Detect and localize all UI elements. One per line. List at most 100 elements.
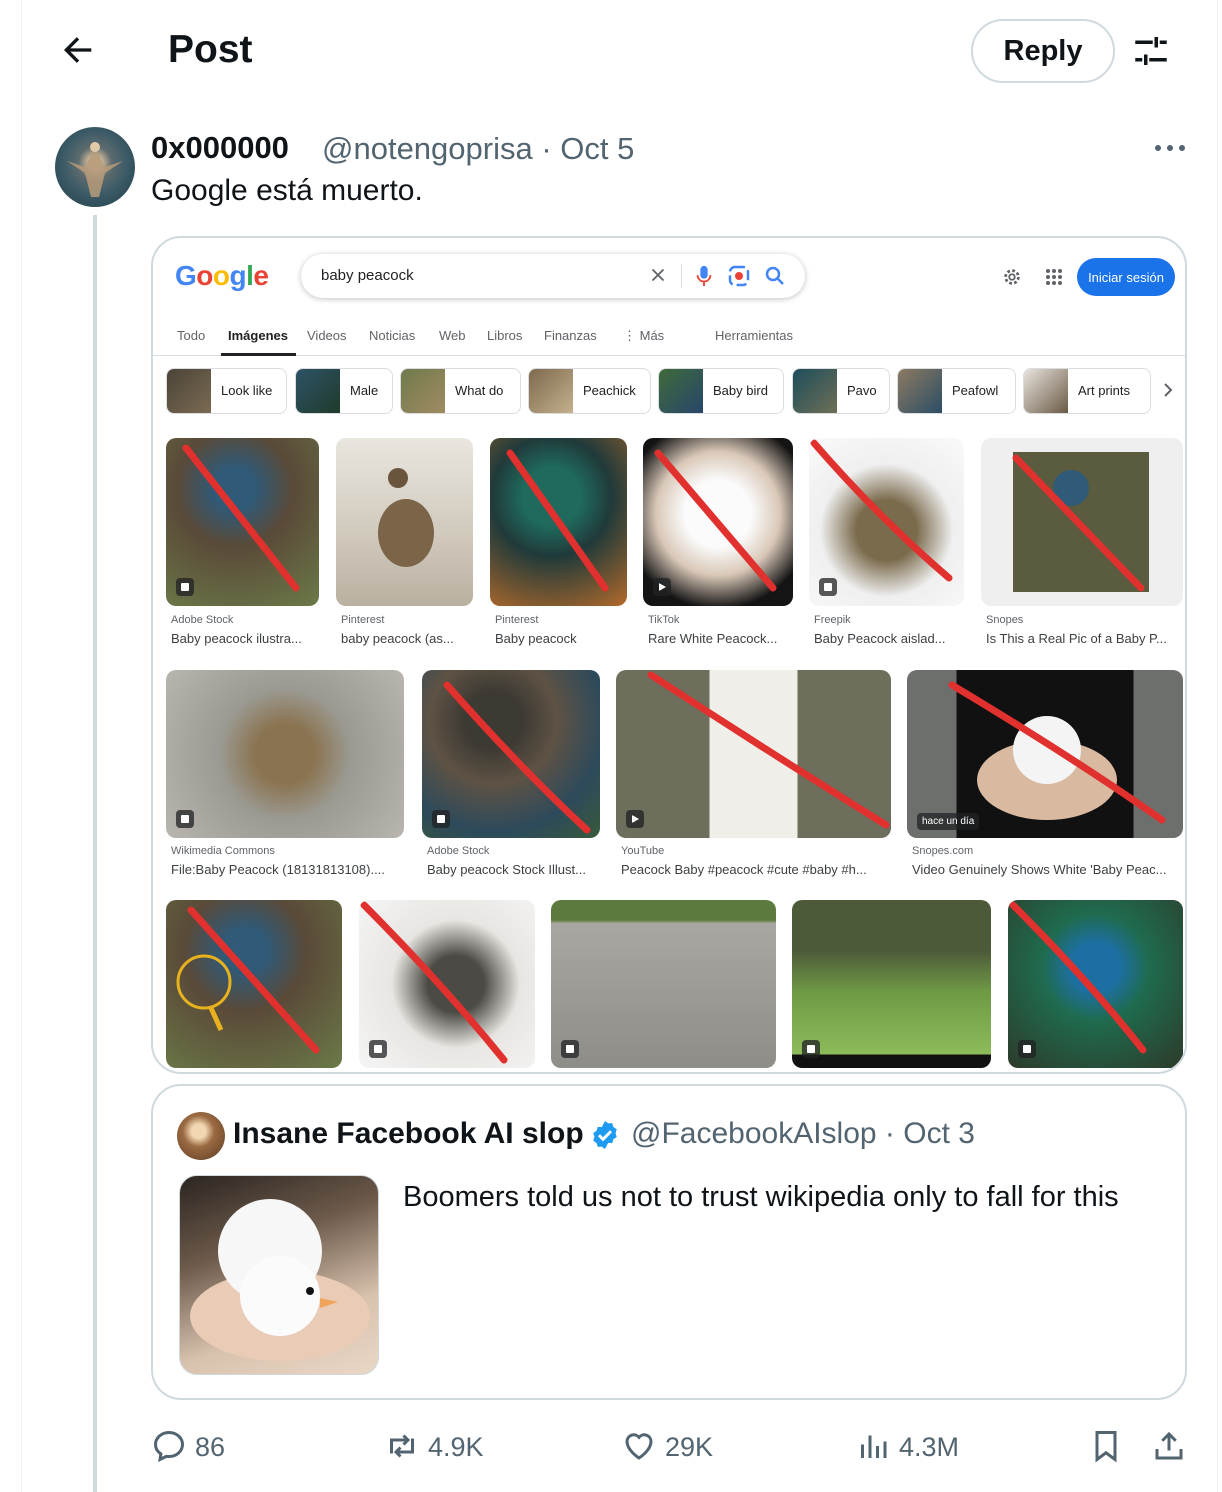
search-divider (681, 264, 682, 288)
mic-icon (696, 265, 712, 287)
result-image (1008, 900, 1183, 1068)
settings-sliders-icon[interactable] (1130, 30, 1172, 72)
chip: Look like (166, 368, 287, 414)
result-title: Rare White Peacock... (648, 631, 778, 646)
result-source: Pinterest (495, 614, 539, 626)
google-tabs: Todo Imágenes Videos Noticias Web Libros… (153, 324, 1185, 356)
result-image (809, 438, 964, 606)
repost-count: 4.9K (428, 1432, 484, 1462)
google-chips: Look like Male What do Peachick Baby bir… (166, 368, 1176, 414)
result-title: baby peacock (as... (341, 631, 454, 646)
result-source: Snopes (986, 614, 1024, 626)
result-image (490, 438, 627, 606)
result-title: Is This a Real Pic of a Baby P... (986, 631, 1167, 646)
quoted-author-name[interactable]: Insane Facebook AI slop (233, 1117, 584, 1151)
google-tab: ⋮ Más (623, 328, 665, 343)
result-image (981, 438, 1183, 606)
chip: Male (295, 368, 393, 414)
author-name[interactable]: 0x000000 (151, 130, 289, 166)
result-source: TikTok (648, 614, 680, 626)
chevron-right-icon (1164, 383, 1173, 397)
result-image (336, 438, 473, 606)
gear-icon (1004, 269, 1020, 285)
share-action[interactable] (1151, 1428, 1187, 1464)
result-image (422, 670, 600, 838)
repost-icon (390, 1434, 414, 1458)
time-tag: hace un día (917, 813, 980, 830)
right-border (1217, 0, 1218, 1492)
result-image (643, 438, 793, 606)
result-source: Pinterest (341, 614, 385, 626)
reply-button[interactable]: Reply (971, 19, 1115, 83)
result-title: Peacock Baby #peacock #cute #baby #h... (621, 862, 867, 877)
result-title: Baby peacock (495, 631, 577, 646)
page-title: Post (168, 28, 253, 71)
like-icon (625, 1433, 653, 1460)
active-tab-underline (221, 353, 296, 356)
result-source: Adobe Stock (171, 614, 234, 626)
left-border (21, 0, 22, 1492)
result-title: Baby peacock Stock Illust... (427, 862, 586, 877)
google-tab-active: Imágenes (228, 328, 288, 343)
author-handle-date[interactable]: @notengoprisa · Oct 5 (322, 131, 634, 167)
result-image (166, 900, 342, 1068)
result-image (359, 900, 535, 1068)
tweet-actions: 86 4.9K 29K 4.3M (151, 1420, 1187, 1470)
google-tab: Finanzas (544, 328, 597, 343)
chip: Pavo (792, 368, 890, 414)
chip: What do (400, 368, 521, 414)
views-icon (861, 1435, 887, 1458)
reply-icon (153, 1430, 185, 1463)
result-title: Baby peacock ilustra... (171, 631, 302, 646)
result-source: Freepik (814, 614, 851, 626)
google-search-query: baby peacock (321, 267, 414, 284)
result-source: Wikimedia Commons (171, 845, 275, 857)
google-tab: Noticias (369, 328, 416, 343)
like-count: 29K (665, 1432, 714, 1462)
google-logo: Google (175, 260, 269, 291)
quoted-avatar[interactable] (177, 1112, 225, 1160)
google-tab: Herramientas (715, 328, 794, 343)
google-search-box: baby peacock (301, 254, 805, 298)
result-image (166, 670, 404, 838)
thread-line (93, 215, 97, 1492)
share-icon (1155, 1431, 1183, 1460)
result-title: Video Genuinely Shows White 'Baby Peac..… (912, 862, 1167, 877)
clear-icon (651, 268, 665, 282)
avatar[interactable] (55, 127, 135, 207)
result-title: File:Baby Peacock (18131813108).... (171, 862, 385, 877)
quoted-handle-date[interactable]: @FacebookAIslop · Oct 3 (631, 1117, 975, 1151)
lens-icon (728, 265, 750, 287)
chip: Baby bird (658, 368, 784, 414)
chip: Peafowl (897, 368, 1016, 414)
chip: Art prints (1023, 368, 1151, 414)
bookmark-action[interactable] (1088, 1428, 1124, 1464)
result-title: Baby Peacock aislad... (814, 631, 946, 646)
result-image: hace un día (907, 670, 1183, 838)
result-image (166, 438, 319, 606)
google-tab: Web (439, 328, 466, 343)
result-source: Adobe Stock (427, 845, 490, 857)
chip: Peachick (528, 368, 651, 414)
result-image (792, 900, 991, 1068)
result-source: YouTube (621, 845, 665, 857)
google-tab: Videos (307, 328, 347, 343)
views-count: 4.3M (899, 1432, 960, 1462)
back-arrow-icon[interactable] (58, 30, 98, 70)
google-signin-button: Iniciar sesión (1077, 258, 1175, 296)
quoted-image[interactable] (179, 1175, 379, 1375)
google-tab: Libros (487, 328, 523, 343)
apps-grid-icon (1046, 269, 1062, 285)
verified-icon (593, 1121, 617, 1149)
result-source: Snopes.com (912, 845, 974, 857)
bookmark-icon (1095, 1431, 1117, 1463)
result-image (616, 670, 891, 838)
quoted-tweet[interactable]: Insane Facebook AI slop @FacebookAIslop … (151, 1084, 1187, 1400)
google-screenshot[interactable]: Google baby peacock Iniciar sesión Todo … (151, 236, 1187, 1074)
reply-count: 86 (195, 1432, 226, 1462)
result-image (551, 900, 776, 1068)
quoted-text: Boomers told us not to trust wikipedia o… (403, 1181, 1119, 1213)
tweet-text: Google está muerto. (151, 174, 423, 207)
more-icon[interactable] (1150, 135, 1190, 161)
google-tab: Todo (177, 328, 206, 343)
